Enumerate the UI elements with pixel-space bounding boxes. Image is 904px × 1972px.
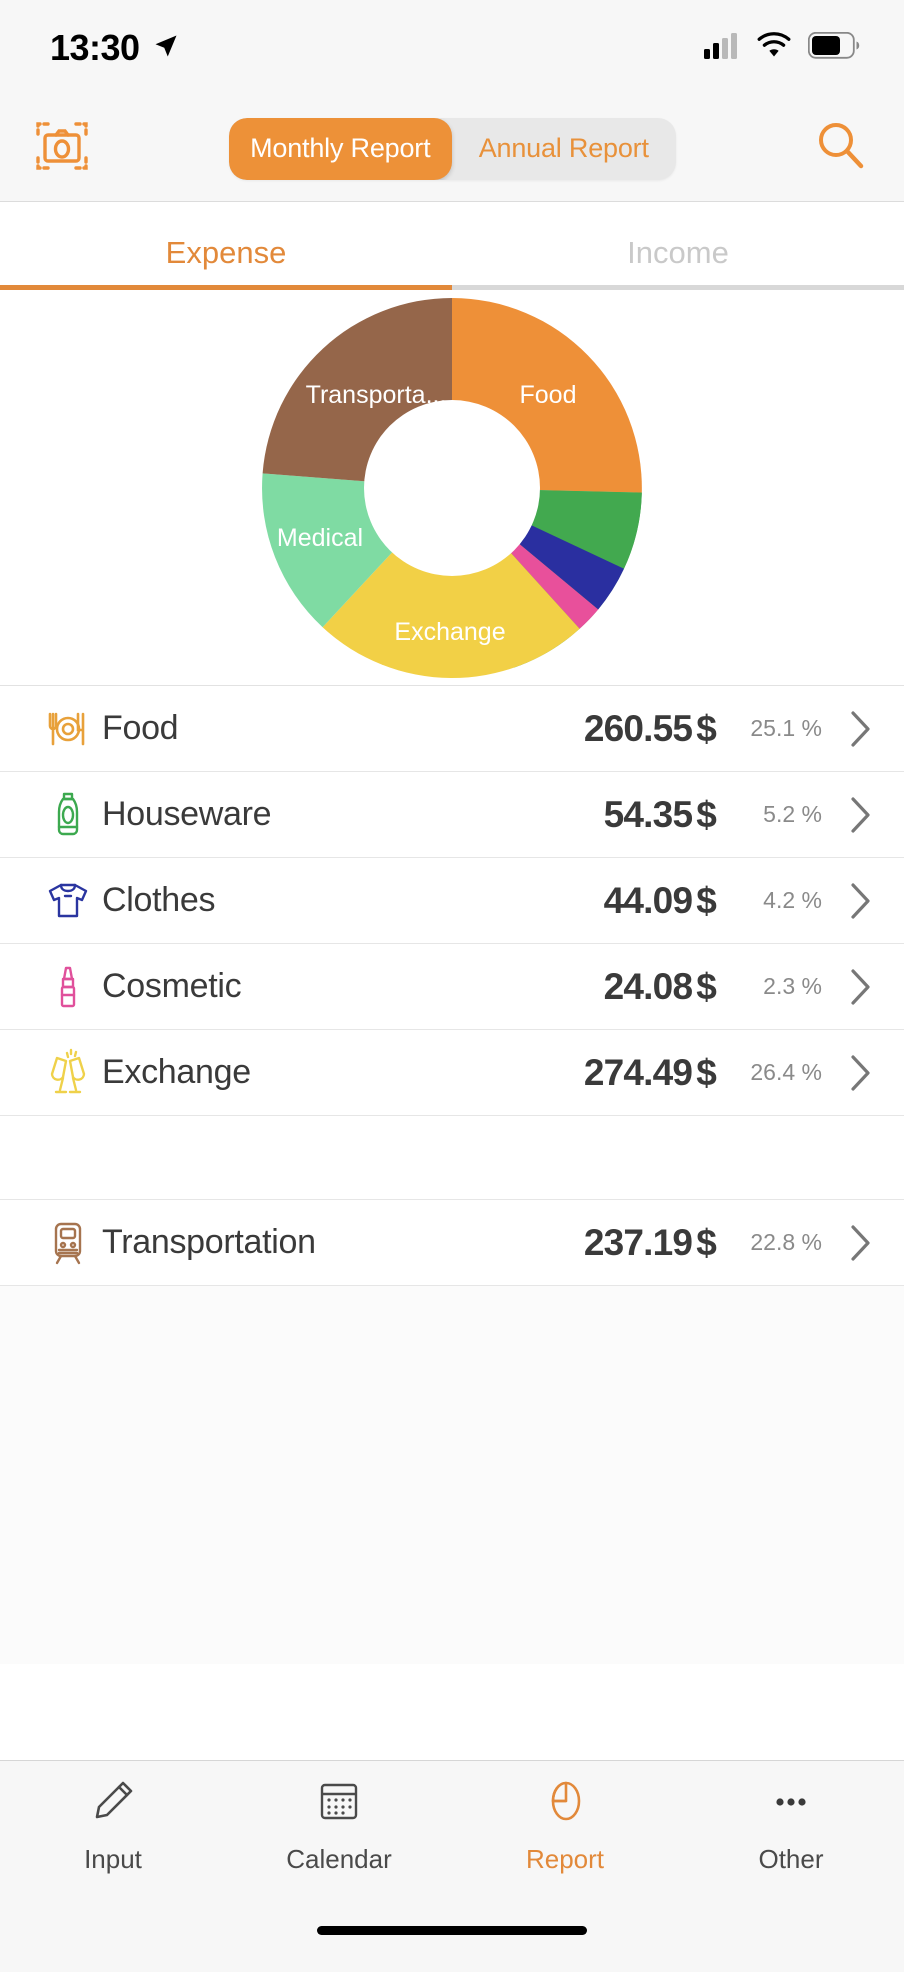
table-row[interactable]: Food 260.55 $ 25.1 %: [0, 686, 904, 772]
row-category-name: Cosmetic: [102, 967, 242, 1005]
tab-calendar[interactable]: Calendar: [226, 1777, 452, 1920]
row-currency: $: [696, 965, 717, 1007]
tab-other-label: Other: [758, 1844, 824, 1874]
row-amount-value: 237.19: [583, 1221, 693, 1263]
chevron-right-icon[interactable]: [822, 1223, 874, 1263]
row-percent: 22.8 %: [750, 1229, 822, 1255]
tab-calendar-label: Calendar: [286, 1844, 392, 1874]
report-period-segmented-control[interactable]: Monthly Report Annual Report: [228, 117, 676, 180]
tab-input-label: Input: [84, 1844, 142, 1874]
chevron-right-icon[interactable]: [822, 709, 874, 749]
row-category-name: Food: [102, 709, 179, 747]
expense-donut-chart: Food Transporta... Medical Exchange: [0, 290, 904, 686]
row-amount-value: 44.09: [603, 879, 693, 921]
calendar-icon: [315, 1777, 363, 1830]
row-amount-value: 24.08: [603, 965, 693, 1007]
segment-monthly-report[interactable]: Monthly Report: [228, 117, 452, 180]
table-row[interactable]: Clothes 44.09 $ 4.2 %: [0, 858, 904, 944]
tab-report[interactable]: Report: [452, 1777, 678, 1920]
row-category-name: Clothes: [102, 881, 216, 919]
tab-income-label: Income: [627, 235, 729, 270]
cellular-bars-icon: [704, 32, 740, 64]
row-category-name: Transportation: [102, 1223, 316, 1261]
row-currency: $: [696, 707, 717, 749]
tab-report-label: Report: [525, 1844, 605, 1874]
list-empty-area: [0, 1286, 904, 1664]
table-row[interactable]: Exchange 274.49 $ 26.4 %: [0, 1030, 904, 1116]
status-time: 13:30: [50, 27, 140, 68]
row-category-name: Houseware: [102, 795, 272, 833]
row-amount: 24.08 $: [603, 965, 717, 1008]
table-row[interactable]: Cosmetic 24.08 $ 2.3 %: [0, 944, 904, 1030]
row-percent: 4.2 %: [763, 887, 822, 913]
detergent-bottle-icon: [34, 789, 102, 841]
row-amount: 237.19 $: [583, 1221, 717, 1264]
tab-input[interactable]: Input: [0, 1777, 226, 1920]
row-amount-value: 274.49: [583, 1051, 693, 1093]
slice-label-transportation: Transporta...: [306, 381, 447, 409]
tshirt-icon: [34, 875, 102, 927]
tab-income[interactable]: Income: [452, 202, 904, 290]
chevron-right-icon[interactable]: [822, 881, 874, 921]
scan-camera-icon[interactable]: [34, 118, 90, 179]
app-screen: 13:30 Monthly Report Annual Report Expen…: [0, 0, 904, 1972]
pencil-icon: [89, 1777, 137, 1830]
food-cutlery-icon: [34, 703, 102, 755]
slice-label-food: Food: [520, 381, 577, 409]
row-amount-value: 54.35: [603, 793, 693, 835]
expense-income-tabs[interactable]: Expense Income: [0, 202, 904, 290]
row-amount-value: 260.55: [583, 707, 693, 749]
status-bar-right: [704, 31, 860, 64]
expense-category-list: Food 260.55 $ 25.1 % Houseware 54.35 $ 5.2…: [0, 686, 904, 1286]
chevron-right-icon[interactable]: [822, 967, 874, 1007]
location-arrow-icon: [152, 32, 180, 65]
row-amount: 274.49 $: [583, 1051, 717, 1094]
ellipsis-icon: [767, 1777, 815, 1830]
list-spacer-row: [0, 1116, 904, 1200]
home-indicator-area: [0, 1920, 904, 1972]
segment-annual-report[interactable]: Annual Report: [452, 118, 676, 180]
battery-icon: [807, 31, 860, 64]
status-bar: 13:30: [0, 0, 904, 96]
row-amount: 54.35 $: [603, 793, 717, 836]
status-bar-left: 13:30: [50, 27, 180, 69]
slice-label-exchange: Exchange: [394, 618, 505, 646]
tab-expense-label: Expense: [165, 235, 287, 270]
table-row[interactable]: Transportation 237.19 $ 22.8 %: [0, 1200, 904, 1286]
row-percent: 5.2 %: [763, 801, 822, 827]
chevron-right-icon[interactable]: [822, 795, 874, 835]
donut-hole: [364, 399, 540, 576]
champagne-glasses-icon: [34, 1047, 102, 1099]
search-icon[interactable]: [814, 119, 868, 178]
row-currency: $: [696, 1221, 717, 1263]
tab-expense[interactable]: Expense: [0, 202, 452, 290]
donut-chart-svg: Food Transporta... Medical Exchange: [262, 297, 642, 678]
train-icon: [34, 1217, 102, 1269]
row-percent: 26.4 %: [750, 1059, 822, 1085]
wifi-icon: [756, 32, 792, 64]
chevron-right-icon[interactable]: [822, 1053, 874, 1093]
row-amount: 260.55 $: [583, 707, 717, 750]
row-percent: 25.1 %: [750, 715, 822, 741]
bottom-tab-bar[interactable]: Input Calendar Report Other: [0, 1760, 904, 1920]
row-amount: 44.09 $: [603, 879, 717, 922]
row-currency: $: [696, 1051, 717, 1093]
row-category-name: Exchange: [102, 1053, 251, 1091]
list-bottom-white-area: [0, 1664, 904, 1760]
lipstick-icon: [34, 961, 102, 1013]
tab-other[interactable]: Other: [678, 1777, 904, 1920]
app-header: Monthly Report Annual Report: [0, 96, 904, 202]
row-percent: 2.3 %: [763, 973, 822, 999]
row-currency: $: [696, 879, 717, 921]
slice-label-medical: Medical: [277, 524, 363, 552]
home-indicator[interactable]: [317, 1926, 587, 1935]
pie-chart-icon: [541, 1777, 589, 1830]
row-currency: $: [696, 793, 717, 835]
table-row[interactable]: Houseware 54.35 $ 5.2 %: [0, 772, 904, 858]
